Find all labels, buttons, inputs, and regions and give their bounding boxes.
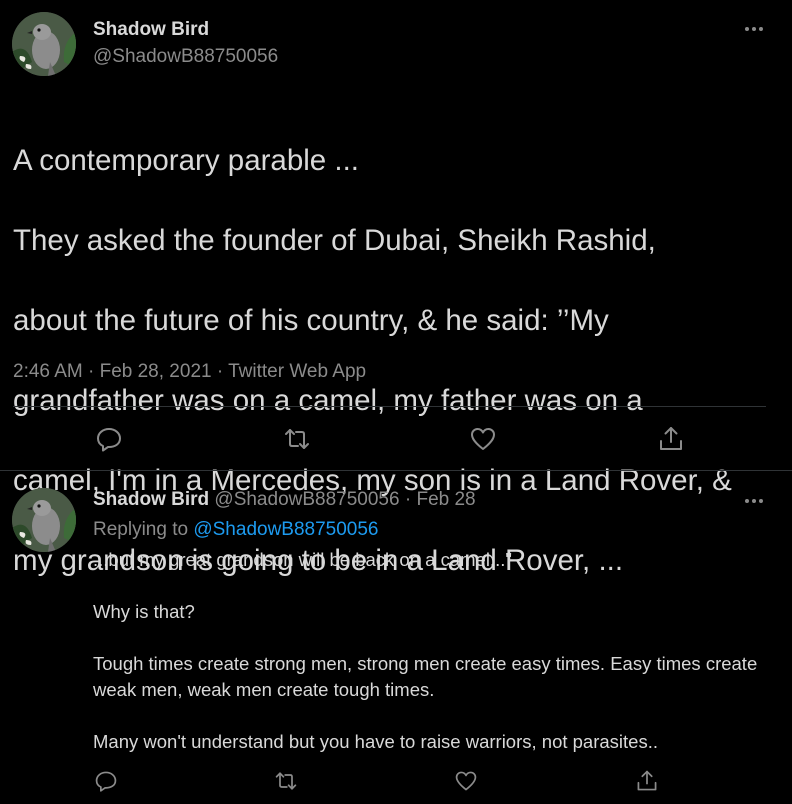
more-options-icon[interactable] <box>740 19 768 39</box>
tweet-line: A contemporary parable ... <box>13 144 359 177</box>
reply-paragraph: Why is that? <box>93 601 195 622</box>
avatar[interactable] <box>12 488 76 552</box>
divider <box>13 406 766 407</box>
tweet-line: about the future of his country, & he sa… <box>13 304 609 337</box>
replying-prefix: Replying to <box>93 519 189 540</box>
tweet-line: They asked the founder of Dubai, Sheikh … <box>13 224 656 257</box>
avatar[interactable] <box>12 12 76 76</box>
separator: · <box>404 489 412 510</box>
share-icon[interactable] <box>657 425 685 453</box>
author-name[interactable]: Shadow Bird <box>93 19 209 41</box>
replying-to: Replying to @ShadowB88750056 <box>93 519 379 541</box>
tweet-date[interactable]: Feb 28 <box>416 489 475 510</box>
reply-header: Shadow Bird @ShadowB88750056 · Feb 28 <box>93 489 476 511</box>
reply-icon[interactable] <box>95 425 123 453</box>
main-tweet: Shadow Bird @ShadowB88750056 A contempor… <box>0 0 792 577</box>
mention-link[interactable]: @ShadowB88750056 <box>193 519 378 540</box>
reply-icon[interactable] <box>94 769 118 793</box>
tweet-timestamp-source[interactable]: 2:46 AM · Feb 28, 2021 · Twitter Web App <box>13 361 366 383</box>
retweet-icon[interactable] <box>283 425 311 453</box>
author-handle[interactable]: @ShadowB88750056 <box>93 46 278 68</box>
reply-text: ...but my great grandson will be back on… <box>93 547 783 755</box>
heart-icon[interactable] <box>469 425 497 453</box>
tweet-line: grandfather was on a camel, my father wa… <box>13 384 643 417</box>
reply-paragraph: ...but my great grandson will be back on… <box>93 549 512 570</box>
bird-avatar-image <box>12 488 76 552</box>
author-name[interactable]: Shadow Bird <box>93 489 209 510</box>
retweet-icon[interactable] <box>274 769 298 793</box>
reply-paragraph: Tough times create strong men, strong me… <box>93 653 758 700</box>
bird-avatar-image <box>12 12 76 76</box>
tweet-thread: Shadow Bird @ShadowB88750056 A contempor… <box>0 0 792 804</box>
share-icon[interactable] <box>635 769 659 793</box>
reply-paragraph: Many won't understand but you have to ra… <box>93 731 658 752</box>
more-options-icon[interactable] <box>740 491 768 511</box>
divider <box>0 470 792 471</box>
heart-icon[interactable] <box>454 769 478 793</box>
author-handle[interactable]: @ShadowB88750056 <box>214 489 399 510</box>
